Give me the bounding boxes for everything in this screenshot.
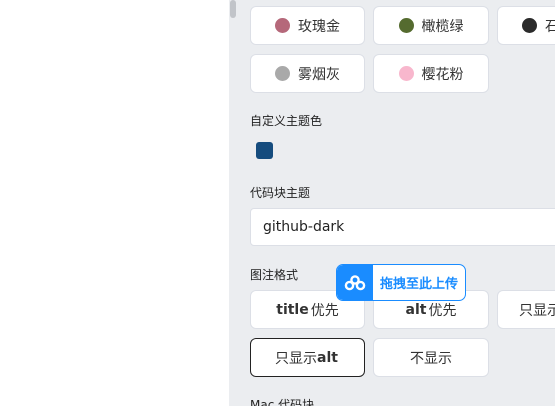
caption-option-only-title[interactable]: 只显示 bbox=[497, 290, 555, 329]
chip-label: 玫瑰金 bbox=[298, 18, 340, 35]
scrollbar[interactable] bbox=[229, 0, 237, 406]
option-text: 优先 bbox=[310, 302, 339, 319]
theme-chip-olive-green[interactable]: 橄榄绿 bbox=[373, 6, 489, 45]
option-text: 只显示 bbox=[519, 302, 555, 319]
theme-chip-rose-gold[interactable]: 玫瑰金 bbox=[250, 6, 365, 45]
option-bold: alt bbox=[317, 349, 338, 366]
caption-option-none[interactable]: 不显示 bbox=[373, 338, 489, 377]
chip-label: 雾烟灰 bbox=[298, 66, 340, 83]
color-dot bbox=[398, 18, 414, 33]
theme-chip-stone[interactable]: 石 bbox=[497, 6, 555, 45]
caption-format-label: 图注格式 bbox=[250, 268, 299, 282]
chip-label: 樱花粉 bbox=[421, 66, 464, 83]
left-blank-pane bbox=[0, 0, 229, 406]
option-bold: alt bbox=[405, 301, 427, 318]
custom-theme-label: 自定义主题色 bbox=[250, 114, 323, 128]
upload-text: 拖拽至此上传 bbox=[380, 277, 459, 292]
option-text: 不显示 bbox=[410, 350, 452, 367]
option-bold: title bbox=[276, 301, 309, 318]
drag-upload-badge[interactable]: 拖拽至此上传 bbox=[336, 264, 466, 301]
code-theme-label: 代码块主题 bbox=[250, 186, 311, 200]
option-text: 优先 bbox=[428, 302, 457, 319]
chip-label: 橄榄绿 bbox=[421, 18, 464, 35]
color-dot bbox=[275, 66, 290, 81]
baidu-cloud-icon bbox=[337, 265, 373, 300]
option-text: 只显示 bbox=[275, 350, 318, 367]
color-dot bbox=[398, 66, 414, 81]
scroll-thumb[interactable] bbox=[230, 0, 236, 18]
theme-chip-sakura-pink[interactable]: 樱花粉 bbox=[373, 54, 489, 93]
custom-color-swatch[interactable] bbox=[256, 142, 273, 159]
settings-panel: 玫瑰金 橄榄绿 石 雾烟灰 樱花粉 自定义主题色 代码块主题 github-da… bbox=[229, 0, 555, 406]
mac-code-block-label: Mac 代码块 bbox=[250, 398, 315, 406]
caption-option-only-alt[interactable]: 只显示 alt bbox=[250, 338, 365, 377]
chip-label: 石 bbox=[545, 16, 555, 36]
code-theme-value: github-dark bbox=[263, 219, 345, 235]
theme-chip-mist-gray[interactable]: 雾烟灰 bbox=[250, 54, 365, 93]
color-dot bbox=[275, 18, 290, 33]
code-theme-select[interactable]: github-dark bbox=[250, 208, 555, 246]
color-dot bbox=[522, 18, 537, 33]
